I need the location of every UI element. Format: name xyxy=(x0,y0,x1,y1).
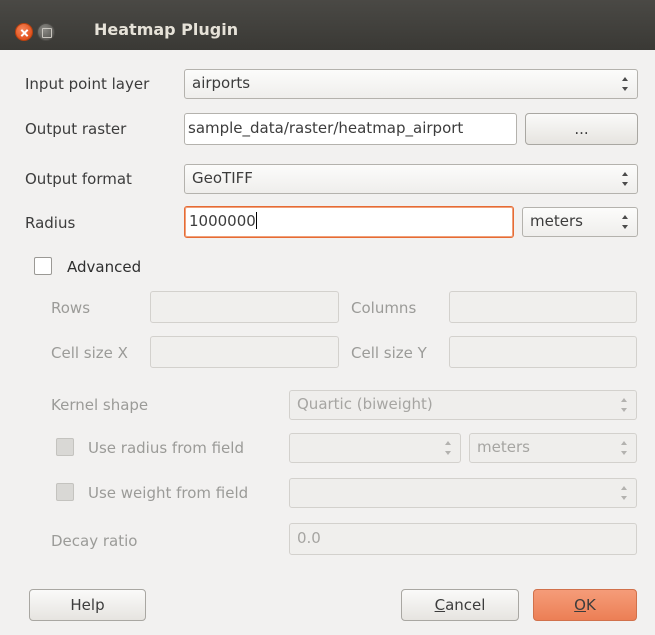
decay-ratio-value: 0.0 xyxy=(297,529,321,547)
rows-label: Rows xyxy=(51,299,91,317)
kernel-shape-value: Quartic (biweight) xyxy=(297,395,433,413)
spin-arrows-icon xyxy=(621,486,628,500)
output-raster-label: Output raster xyxy=(25,120,127,138)
spin-arrows-icon xyxy=(621,398,628,412)
close-icon[interactable] xyxy=(15,23,33,41)
input-layer-value: airports xyxy=(192,74,251,92)
columns-label: Columns xyxy=(351,299,417,317)
output-format-value: GeoTIFF xyxy=(192,169,253,187)
spin-arrows-icon xyxy=(445,441,452,455)
radius-field-select[interactable] xyxy=(289,433,461,463)
radius-field-unit-select[interactable]: meters xyxy=(469,433,637,463)
weight-field-select[interactable] xyxy=(289,478,637,508)
columns-input[interactable] xyxy=(449,291,637,323)
input-layer-label: Input point layer xyxy=(25,75,150,93)
radius-unit-select[interactable]: meters xyxy=(522,207,638,237)
radius-field-unit-value: meters xyxy=(477,438,530,456)
ok-button[interactable]: OK xyxy=(533,589,637,621)
help-button[interactable]: Help xyxy=(29,589,146,621)
minimize-icon[interactable] xyxy=(37,23,55,41)
output-raster-field[interactable]: sample_data/raster/heatmap_airport xyxy=(184,113,517,145)
radius-from-field-checkbox[interactable] xyxy=(56,438,74,456)
kernel-shape-label: Kernel shape xyxy=(51,396,149,414)
radius-value: 1000000 xyxy=(189,212,256,230)
weight-from-field-label: Use weight from field xyxy=(88,484,249,502)
advanced-checkbox[interactable] xyxy=(34,257,52,275)
decay-ratio-input[interactable]: 0.0 xyxy=(289,523,637,555)
cancel-mnemonic: C xyxy=(434,596,446,614)
cell-size-x-input[interactable] xyxy=(150,336,339,368)
output-format-label: Output format xyxy=(25,170,132,188)
spin-arrows-icon xyxy=(621,441,628,455)
output-raster-value: sample_data/raster/heatmap_airport xyxy=(188,119,464,137)
radius-label: Radius xyxy=(25,214,76,232)
rows-input[interactable] xyxy=(150,291,339,323)
decay-ratio-label: Decay ratio xyxy=(51,532,138,550)
spin-arrows-icon xyxy=(622,77,629,91)
cell-size-x-label: Cell size X xyxy=(51,344,128,362)
title-bar: Heatmap Plugin xyxy=(0,0,655,50)
window-title: Heatmap Plugin xyxy=(94,20,239,39)
spin-arrows-icon xyxy=(622,172,629,186)
spin-arrows-icon xyxy=(622,215,629,229)
cell-size-y-input[interactable] xyxy=(449,336,637,368)
browse-button[interactable]: ... xyxy=(525,113,638,145)
kernel-shape-select[interactable]: Quartic (biweight) xyxy=(289,390,637,420)
ok-button-label: K xyxy=(585,596,596,614)
radius-from-field-label: Use radius from field xyxy=(88,439,244,457)
weight-from-field-checkbox[interactable] xyxy=(56,483,74,501)
help-button-label: Help xyxy=(70,596,105,614)
output-format-select[interactable]: GeoTIFF xyxy=(184,164,638,194)
radius-unit-value: meters xyxy=(530,212,583,230)
radius-input[interactable]: 1000000 xyxy=(184,206,514,238)
cancel-button[interactable]: Cancel xyxy=(401,589,519,621)
ok-mnemonic: O xyxy=(574,596,586,614)
advanced-label[interactable]: Advanced xyxy=(67,258,141,276)
input-layer-select[interactable]: airports xyxy=(184,69,638,99)
browse-button-label: ... xyxy=(574,120,589,138)
cell-size-y-label: Cell size Y xyxy=(351,344,427,362)
text-cursor xyxy=(255,212,257,229)
cancel-button-label: ancel xyxy=(445,596,486,614)
